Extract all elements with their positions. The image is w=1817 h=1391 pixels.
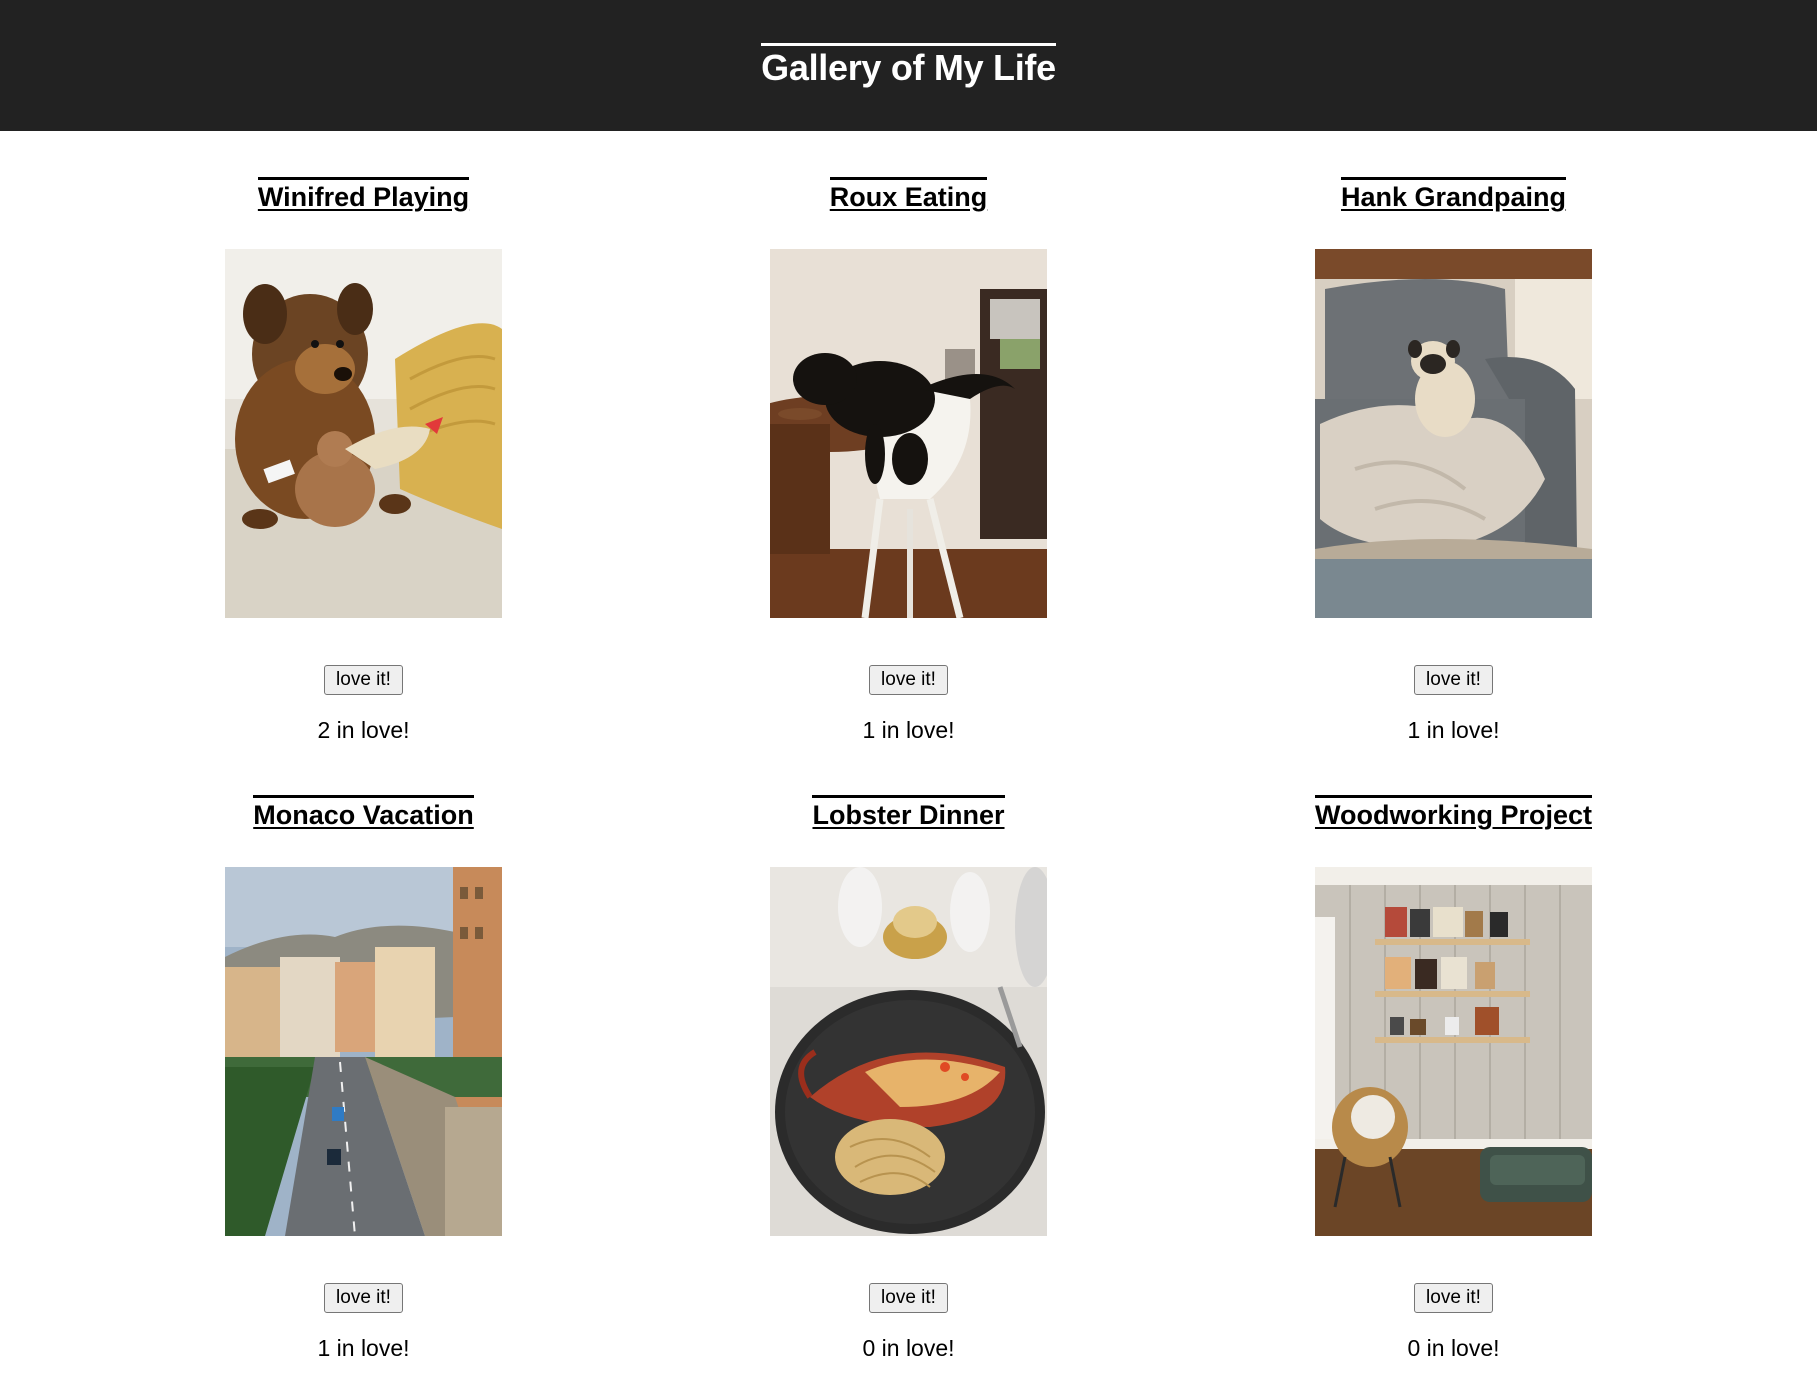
card-title: Lobster Dinner: [812, 795, 1005, 831]
love-count: 2 in love!: [317, 717, 410, 744]
cat-eating-photo: [770, 249, 1047, 619]
love-it-button[interactable]: love it!: [1414, 1283, 1493, 1314]
wall-shelves-photo: [1315, 867, 1592, 1237]
love-count: 1 in love!: [862, 717, 955, 744]
gallery-card: Monaco Vacation love it! 1 in love!: [91, 795, 636, 1363]
love-it-button[interactable]: love it!: [869, 665, 948, 696]
gallery-card: Hank Grandpaing love it! 1 in love!: [1181, 177, 1726, 745]
dog-with-toy-photo: [225, 249, 502, 619]
site-header: Gallery of My Life: [0, 0, 1817, 131]
monaco-city-photo: [225, 867, 502, 1237]
pug-on-chair-photo: [1315, 249, 1592, 619]
card-title: Winifred Playing: [257, 177, 470, 213]
love-count: 0 in love!: [862, 1335, 955, 1362]
card-title: Monaco Vacation: [253, 795, 474, 831]
love-count: 1 in love!: [1407, 717, 1500, 744]
gallery-card: Woodworking Project love it! 0 in love!: [1181, 795, 1726, 1363]
site-title: Gallery of My Life: [761, 43, 1056, 88]
gallery-card: Lobster Dinner love it! 0 in love!: [636, 795, 1181, 1363]
love-it-button[interactable]: love it!: [869, 1283, 948, 1314]
lobster-pasta-photo: [770, 867, 1047, 1237]
love-count: 0 in love!: [1407, 1335, 1500, 1362]
gallery-card: Winifred Playing love it! 2 in love!: [91, 177, 636, 745]
card-title: Roux Eating: [829, 177, 988, 213]
love-it-button[interactable]: love it!: [1414, 665, 1493, 696]
love-count: 1 in love!: [317, 1335, 410, 1362]
love-it-button[interactable]: love it!: [324, 665, 403, 696]
card-title: Woodworking Project: [1314, 795, 1592, 831]
love-it-button[interactable]: love it!: [324, 1283, 403, 1314]
gallery-card: Roux Eating love it! 1 in love!: [636, 177, 1181, 745]
card-title: Hank Grandpaing: [1340, 177, 1567, 213]
